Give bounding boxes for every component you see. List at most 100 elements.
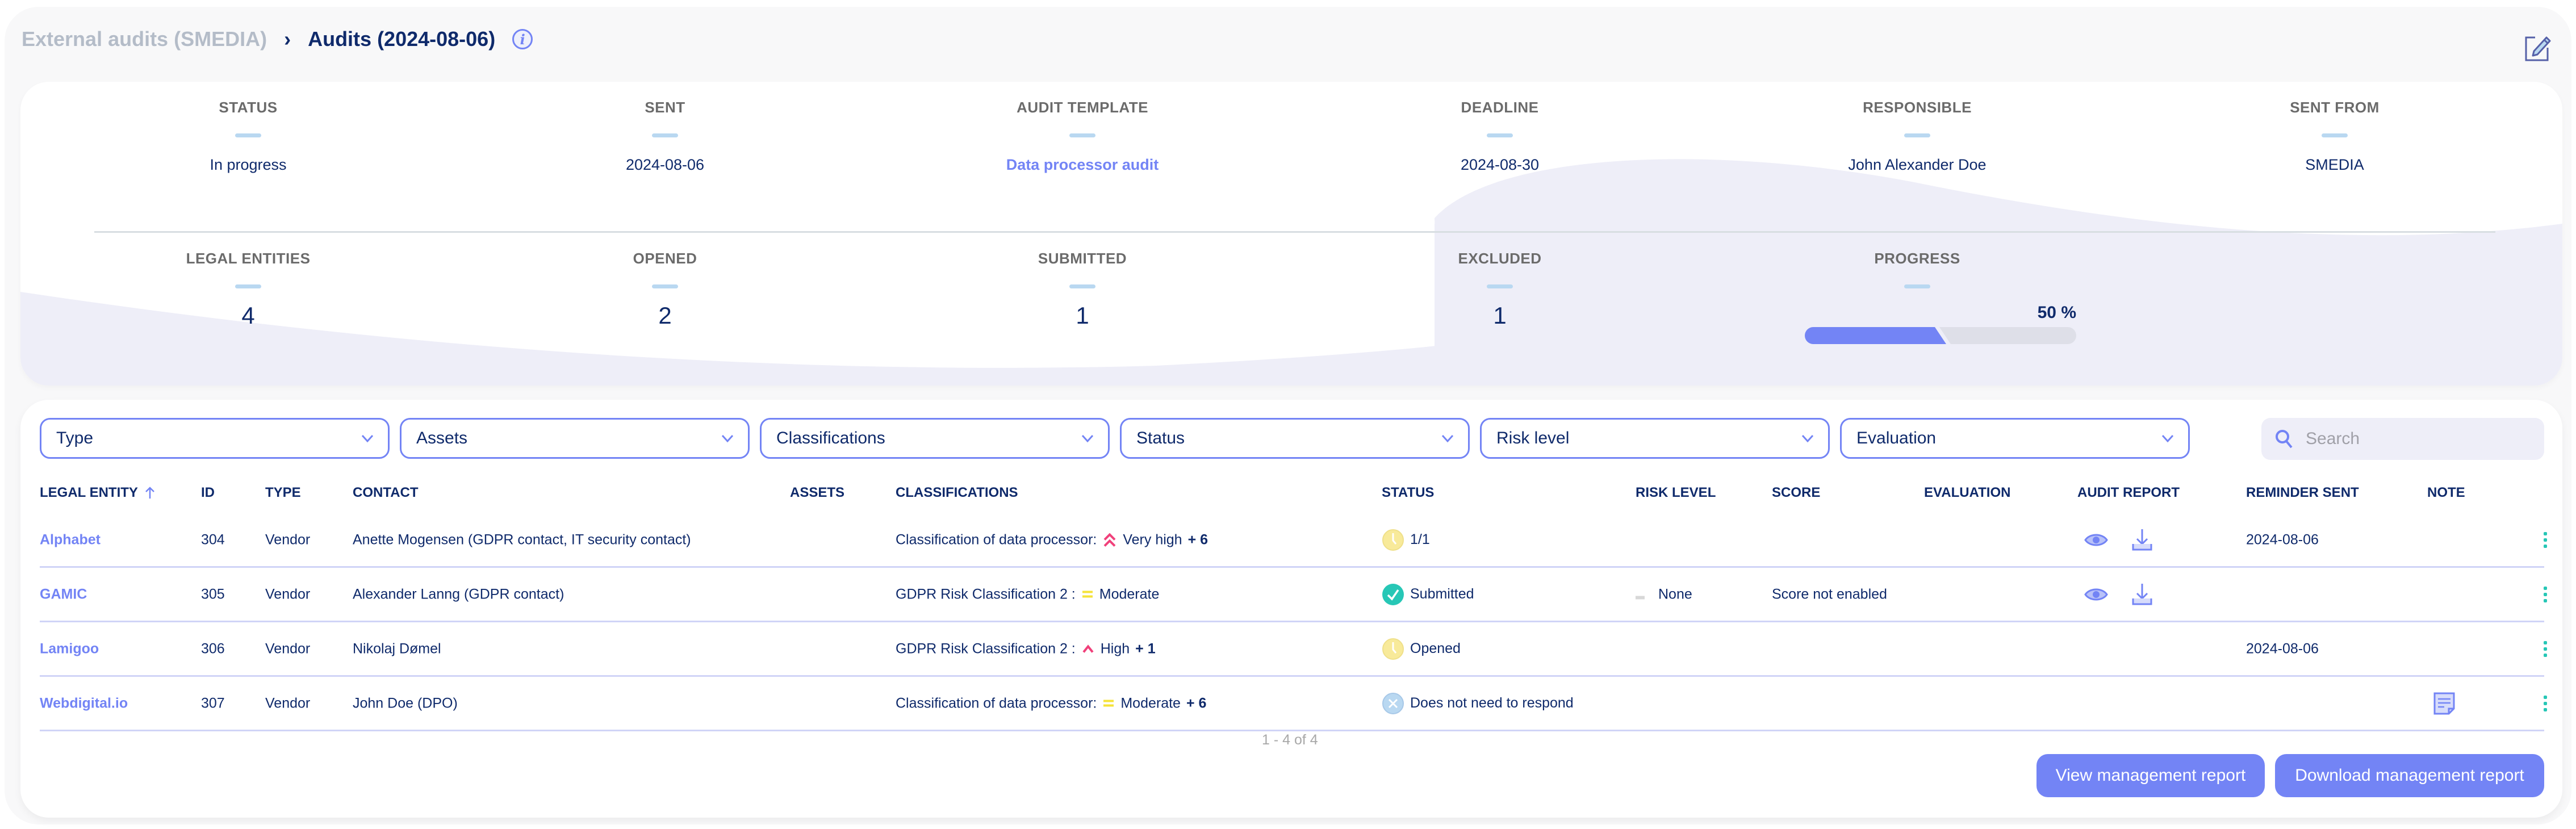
filter-evaluation-dropdown[interactable]: Evaluation xyxy=(1840,418,2190,459)
download-icon[interactable] xyxy=(2131,583,2153,606)
legal-entity-link[interactable]: GAMIC xyxy=(40,586,87,602)
column-header-classifications[interactable]: CLASSIFICATIONS xyxy=(896,485,1018,501)
label-underline xyxy=(1069,133,1095,137)
audit-report-actions xyxy=(2084,528,2153,552)
column-header-legal-entity[interactable]: LEGAL ENTITY xyxy=(40,485,155,501)
pagination-info: 1 - 4 of 4 xyxy=(1262,732,1318,748)
summary-count: 2 xyxy=(658,302,672,329)
summary-label: SUBMITTED xyxy=(1038,250,1127,267)
summary-label: DEADLINE xyxy=(1461,99,1539,116)
breadcrumb-parent-link[interactable]: External audits (SMEDIA) xyxy=(22,27,267,51)
x-circle-icon xyxy=(1382,692,1404,714)
column-header-evaluation[interactable]: EVALUATION xyxy=(1924,485,2010,501)
row-menu-button[interactable] xyxy=(2543,695,2548,711)
classification-name: GDPR Risk Classification 2 : xyxy=(896,586,1076,602)
edit-button[interactable] xyxy=(2525,34,2551,61)
filter-status-dropdown[interactable]: Status xyxy=(1120,418,1470,459)
summary-audit-template: AUDIT TEMPLATE Data processor audit xyxy=(940,99,1224,174)
classification-more-count[interactable]: + 1 xyxy=(1135,640,1155,657)
label-underline xyxy=(1487,133,1513,137)
summary-label: STATUS xyxy=(219,99,278,116)
row-menu-button[interactable] xyxy=(2543,640,2548,657)
summary-excluded: EXCLUDED 1 xyxy=(1358,250,1642,329)
chevron-down-icon xyxy=(361,434,374,442)
summary-count: 4 xyxy=(241,302,255,329)
label-underline xyxy=(1487,284,1513,288)
filter-label: Type xyxy=(56,429,94,447)
column-header-assets[interactable]: ASSETS xyxy=(790,485,844,501)
column-header-reminder-sent[interactable]: REMINDER SENT xyxy=(2246,485,2359,501)
entity-classification: Classification of data processor: Modera… xyxy=(896,695,1206,711)
classification-more-count[interactable]: + 6 xyxy=(1186,695,1206,711)
entity-status: Opened xyxy=(1382,638,1461,660)
check-circle-icon xyxy=(1382,583,1404,605)
entity-status: Submitted xyxy=(1382,583,1474,606)
classification-more-count[interactable]: + 6 xyxy=(1188,531,1208,548)
summary-sent-from: SENT FROM SMEDIA xyxy=(2193,99,2477,174)
info-icon[interactable]: i xyxy=(512,29,533,49)
status-text: 1/1 xyxy=(1410,531,1430,547)
progress-bar: 50 % xyxy=(1805,303,2076,344)
label-underline xyxy=(1069,284,1095,288)
entity-type: Vendor xyxy=(265,531,311,547)
summary-label: RESPONSIBLE xyxy=(1863,99,1972,116)
entity-type: Vendor xyxy=(265,640,311,656)
entity-contact: Anette Mogensen (GDPR contact, IT securi… xyxy=(353,531,691,547)
kebab-menu-icon xyxy=(2543,531,2548,548)
eye-icon[interactable] xyxy=(2084,586,2108,603)
chevron-down-icon xyxy=(2161,434,2174,442)
column-header-risk-level[interactable]: RISK LEVEL xyxy=(1636,485,1716,501)
entity-classification: GDPR Risk Classification 2 : High + 1 xyxy=(896,640,1156,657)
legal-entity-link[interactable]: Lamigoo xyxy=(40,640,99,657)
search-input[interactable] xyxy=(2306,429,2521,449)
column-header-note: NOTE xyxy=(2427,485,2465,500)
label-underline xyxy=(652,284,678,288)
column-header-contact[interactable]: CONTACT xyxy=(353,485,419,501)
chevron-up-icon xyxy=(1082,644,1094,653)
column-label: LEGAL ENTITY xyxy=(40,485,138,500)
clock-icon xyxy=(1382,638,1404,660)
classification-name: Classification of data processor: xyxy=(896,695,1097,711)
sort-ascending-icon xyxy=(145,487,154,499)
note-icon xyxy=(2433,692,2455,714)
filter-assets-dropdown[interactable]: Assets xyxy=(400,418,750,459)
filter-risk-level-dropdown[interactable]: Risk level xyxy=(1480,418,1830,459)
search-box xyxy=(2261,418,2544,460)
note-button[interactable] xyxy=(2433,692,2456,715)
row-menu-button[interactable] xyxy=(2543,531,2548,548)
legal-entity-link[interactable]: Alphabet xyxy=(40,531,101,548)
classification-name: Classification of data processor: xyxy=(896,531,1097,547)
eye-icon[interactable] xyxy=(2084,531,2108,549)
risk-level-text: None xyxy=(1658,586,1692,602)
filter-classifications-dropdown[interactable]: Classifications xyxy=(760,418,1110,459)
filter-type-dropdown[interactable]: Type xyxy=(40,418,390,459)
entity-type: Vendor xyxy=(265,695,311,711)
column-header-score[interactable]: SCORE xyxy=(1772,485,1820,501)
label-underline xyxy=(1904,284,1930,288)
download-icon[interactable] xyxy=(2131,528,2153,552)
edit-pencil-icon xyxy=(2525,36,2551,61)
view-management-report-button[interactable]: View management report xyxy=(2036,754,2265,797)
download-management-report-button[interactable]: Download management report xyxy=(2275,754,2544,797)
kebab-menu-icon xyxy=(2543,695,2548,711)
clock-icon xyxy=(1382,529,1404,551)
double-chevron-up-icon xyxy=(1103,533,1116,547)
column-header-type[interactable]: TYPE xyxy=(265,485,301,501)
status-text: Submitted xyxy=(1410,586,1474,602)
entity-id: 307 xyxy=(201,695,225,711)
summary-sent: SENT 2024-08-06 xyxy=(523,99,807,174)
row-menu-button[interactable] xyxy=(2543,586,2548,602)
column-header-status[interactable]: STATUS xyxy=(1382,485,1434,501)
reminder-sent-date: 2024-08-06 xyxy=(2246,640,2319,656)
legal-entity-link[interactable]: Webdigital.io xyxy=(40,695,128,711)
summary-label: AUDIT TEMPLATE xyxy=(1017,99,1148,116)
entity-contact: John Doe (DPO) xyxy=(353,695,458,711)
table-header: LEGAL ENTITY ID TYPE CONTACT ASSETS CLAS… xyxy=(40,479,2544,513)
breadcrumb: External audits (SMEDIA) › Audits (2024-… xyxy=(22,25,533,53)
audit-template-link[interactable]: Data processor audit xyxy=(940,156,1224,174)
search-icon xyxy=(2276,430,2293,449)
audit-summary-card: STATUS In progress SENT 2024-08-06 AUDIT… xyxy=(20,82,2562,386)
entity-status: 1/1 xyxy=(1382,529,1430,551)
column-header-id[interactable]: ID xyxy=(201,485,215,501)
filter-label: Classifications xyxy=(776,429,885,447)
